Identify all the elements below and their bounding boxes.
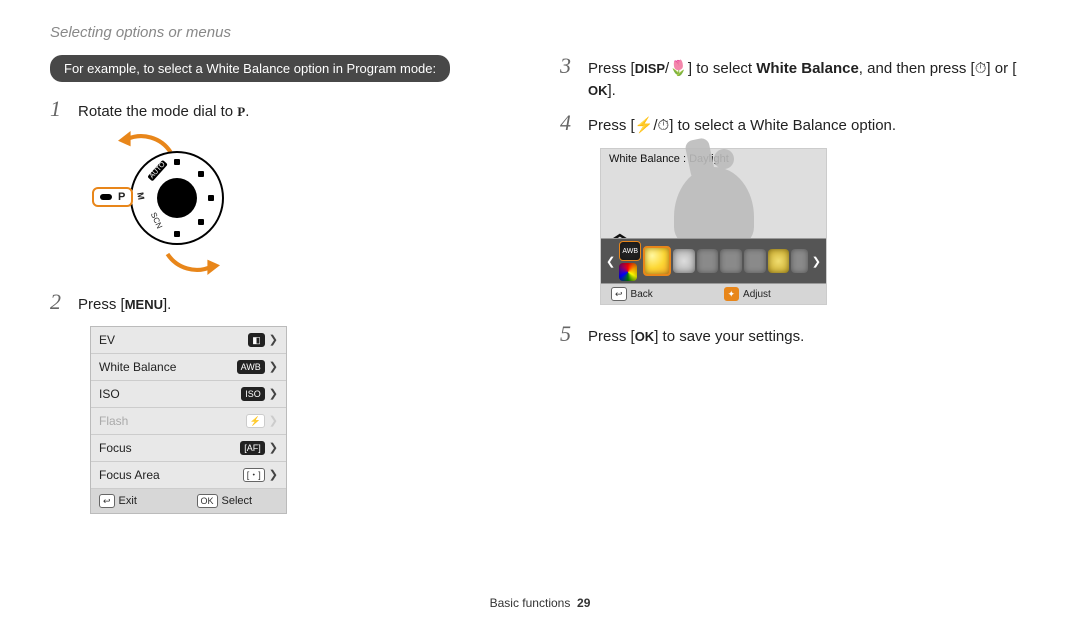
t: ].: [608, 82, 616, 99]
wb-adjust-label: Adjust: [743, 289, 771, 300]
camera-menu-panel: EV ◧ ❯ White Balance AWB ❯ ISO ISO ❯ Flash …: [90, 326, 287, 514]
wb-options-strip: ❮ AWB ❯: [601, 238, 826, 284]
flash-icon: ⚡: [635, 117, 654, 134]
back-icon: ↩: [611, 287, 627, 301]
ev-icon: ◧: [248, 333, 265, 347]
left-caret-icon: ❮: [604, 255, 617, 268]
step-4: 4 Press [⚡/⏱] to select a White Balance …: [560, 112, 1030, 137]
right-column: 3 Press [DISP/🌷] to select White Balance…: [560, 55, 1030, 514]
t: ] to save your settings.: [654, 328, 804, 345]
step-2: 2 Press [MENU].: [50, 291, 520, 316]
footer-page-number: 29: [577, 596, 590, 610]
menu-row-focus: Focus [AF] ❯: [91, 435, 286, 462]
t: ] to select: [688, 60, 756, 77]
back-icon: ↩: [99, 494, 115, 508]
wb-bold: White Balance: [756, 60, 859, 77]
header-breadcrumb: Selecting options or menus: [50, 24, 1030, 41]
chevron-icon: ❯: [269, 468, 278, 481]
step-2-text-b: ].: [163, 296, 171, 313]
step-1-text-a: Rotate the mode dial to: [78, 103, 237, 120]
wb-daylight-icon: [643, 246, 671, 276]
t: Press [: [588, 60, 635, 77]
person-silhouette: [674, 167, 754, 247]
menu-item-label: ISO: [99, 387, 120, 401]
step-number: 3: [560, 55, 574, 77]
step-number: 5: [560, 323, 574, 345]
chevron-icon: ❯: [269, 441, 278, 454]
step-number: 2: [50, 291, 64, 313]
wb-back-label: Back: [631, 289, 653, 300]
wb-opt-icon: [791, 249, 807, 273]
wb-auto-icon: AWB: [619, 241, 641, 261]
mode-dial-illustration: SCN M AUTO P: [90, 133, 270, 273]
t: ] to select a White Balance option.: [669, 117, 896, 134]
menu-item-label: Flash: [99, 414, 128, 428]
adjust-icon: ✦: [724, 287, 740, 301]
camera-preview-panel: White Balance : Daylight ❯ ❮ AWB: [600, 148, 827, 305]
left-column: For example, to select a White Balance o…: [50, 55, 520, 514]
ok-key: OK: [635, 328, 655, 347]
chevron-icon: ❯: [269, 333, 278, 346]
t: ] or [: [986, 60, 1016, 77]
ok-key: OK: [588, 82, 608, 101]
step-1-text-b: .: [245, 103, 249, 120]
menu-item-label: EV: [99, 333, 115, 347]
chevron-icon: ❯: [269, 414, 278, 427]
macro-icon: 🌷: [669, 60, 688, 77]
step-1: 1 Rotate the mode dial to P.: [50, 98, 520, 123]
menu-row-ev: EV ◧ ❯: [91, 327, 286, 354]
ok-icon: OK: [197, 494, 218, 508]
wb-tungsten-icon: [768, 249, 790, 273]
wb-opt-icon: [720, 249, 742, 273]
awb-icon: AWB: [237, 360, 265, 374]
menu-item-label: White Balance: [99, 360, 176, 374]
t: Press [: [588, 328, 635, 345]
focusarea-icon: [・]: [243, 468, 265, 482]
menu-footer-exit: Exit: [119, 495, 137, 507]
step-number: 1: [50, 98, 64, 120]
menu-row-iso: ISO ISO ❯: [91, 381, 286, 408]
iso-icon: ISO: [241, 387, 265, 401]
t: Press [: [588, 117, 635, 134]
menu-key: MENU: [125, 296, 163, 315]
step-3: 3 Press [DISP/🌷] to select White Balance…: [560, 55, 1030, 102]
wb-cloudy-icon: [673, 249, 695, 273]
menu-row-wb: White Balance AWB ❯: [91, 354, 286, 381]
menu-row-focusarea: Focus Area [・] ❯: [91, 462, 286, 489]
mode-P-marker: P: [92, 187, 133, 207]
right-caret-icon: ❯: [810, 255, 823, 268]
wb-opt-icon: [697, 249, 719, 273]
menu-item-label: Focus: [99, 441, 132, 455]
dial-arrow-bottom: [160, 247, 224, 275]
chevron-icon: ❯: [269, 360, 278, 373]
footer-section: Basic functions: [490, 596, 571, 610]
timer-icon: ⏱: [975, 60, 987, 77]
wb-rainbow-icon: [619, 263, 637, 281]
flash-icon: ⚡: [246, 414, 265, 428]
chevron-icon: ❯: [269, 387, 278, 400]
menu-item-label: Focus Area: [99, 468, 160, 482]
wb-footer: ↩ Back ✦Adjust: [601, 284, 826, 304]
dial-label-auto: AUTO: [147, 159, 168, 181]
wb-opt-icon: [744, 249, 766, 273]
dial-label-m: M: [135, 191, 146, 200]
step-2-text-a: Press [: [78, 296, 125, 313]
menu-footer: ↩ Exit OK Select: [91, 489, 286, 513]
disp-key: DISP: [635, 60, 665, 79]
menu-row-flash: Flash ⚡ ❯: [91, 408, 286, 435]
t: , and then press [: [859, 60, 975, 77]
mode-dial: SCN M AUTO: [130, 151, 224, 245]
step-number: 4: [560, 112, 574, 134]
af-icon: [AF]: [240, 441, 265, 455]
page-footer: Basic functions 29: [0, 596, 1080, 610]
dial-label-scn: SCN: [149, 211, 164, 230]
timer-icon: ⏱: [658, 117, 670, 134]
step-5: 5 Press [OK] to save your settings.: [560, 323, 1030, 348]
menu-footer-select: Select: [222, 495, 253, 507]
example-label: For example, to select a White Balance o…: [50, 55, 450, 82]
